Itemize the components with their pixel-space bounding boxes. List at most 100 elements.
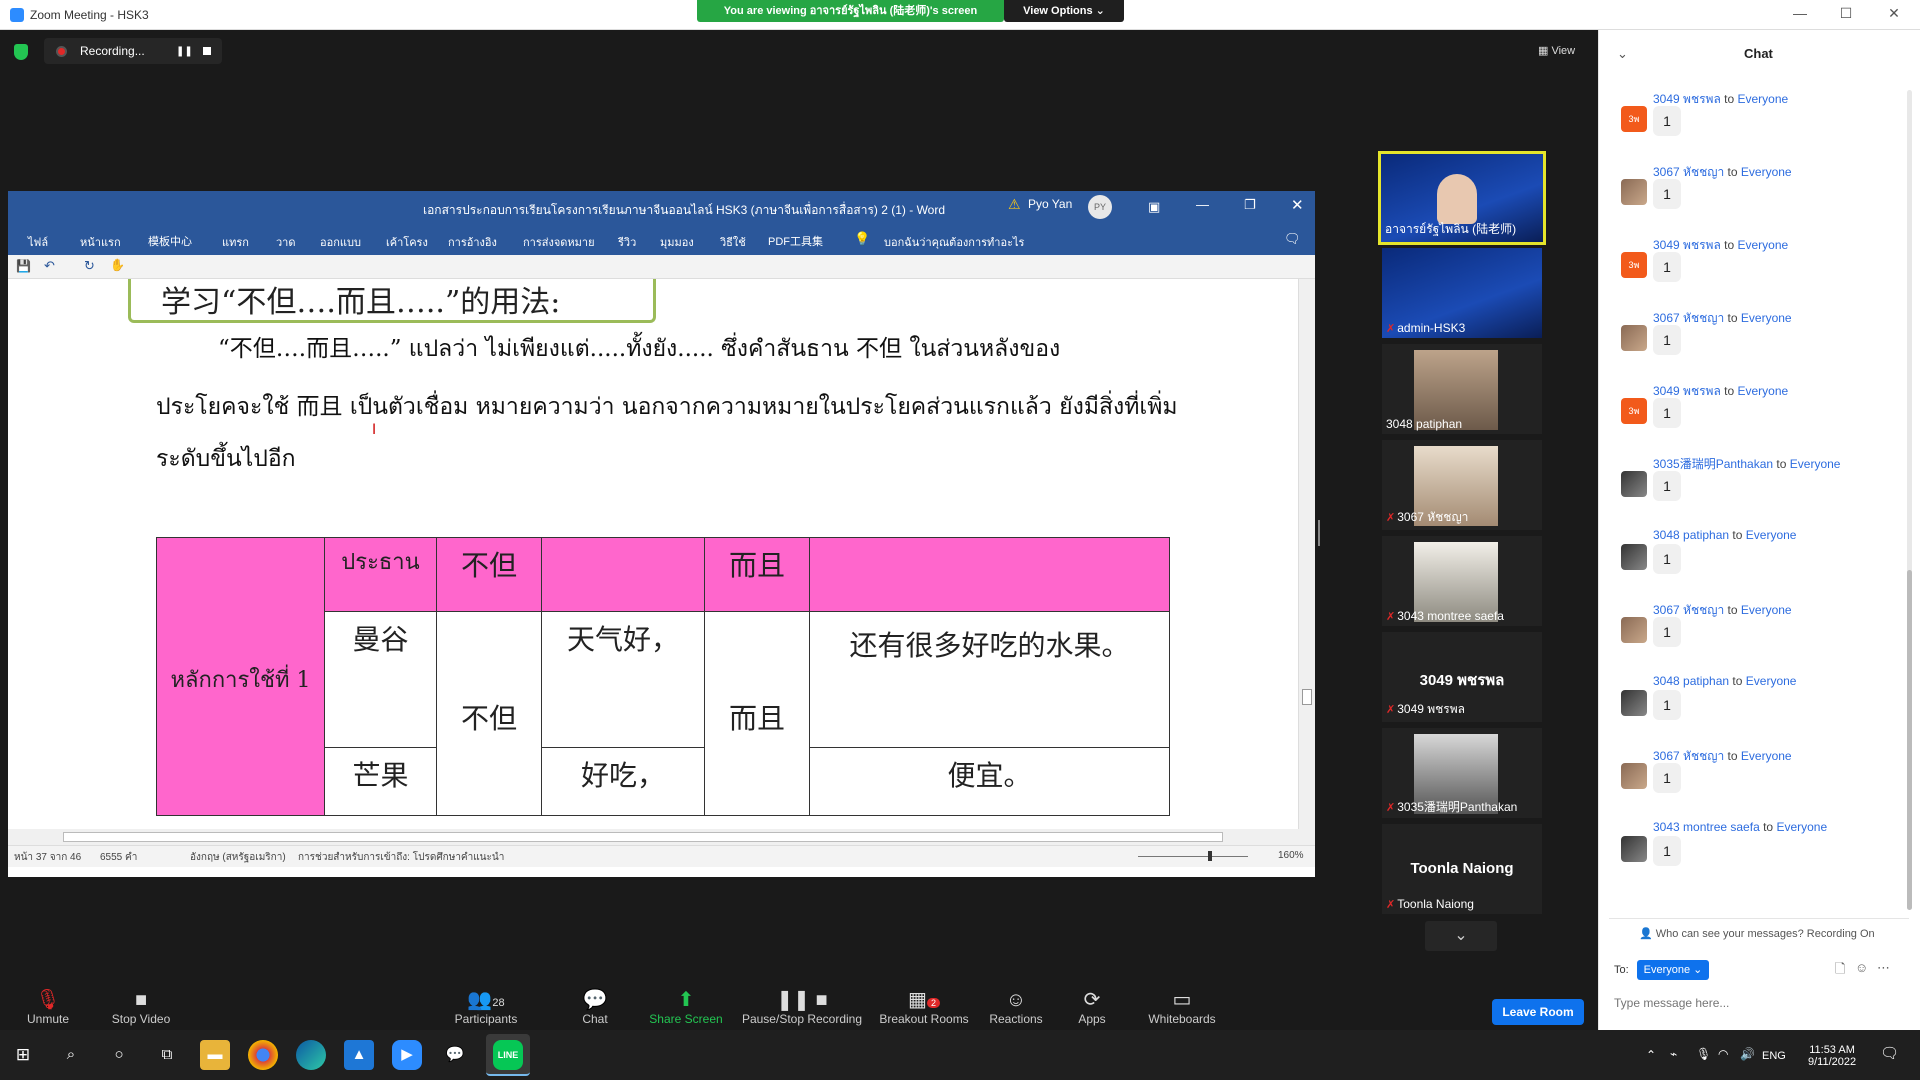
file-explorer-icon[interactable]: ▬ <box>200 1040 230 1070</box>
breakout-rooms-button[interactable]: ▦ 2 Breakout Rooms <box>876 988 972 1026</box>
share-screen-button[interactable]: ⬆ Share Screen <box>648 988 724 1026</box>
ribbon-display-icon[interactable]: ▣ <box>1148 199 1160 215</box>
word-count[interactable]: 6555 คำ <box>100 850 137 865</box>
touch-mode-icon[interactable]: ✋ <box>110 258 125 272</box>
maximize-button[interactable]: ☐ <box>1836 5 1856 25</box>
search-icon[interactable]: ⌕ <box>56 1040 86 1070</box>
page-count[interactable]: หน้า 37 จาก 46 <box>14 850 81 865</box>
participant-tile[interactable]: ✗ 3035潘瑞明Panthakan <box>1382 728 1542 818</box>
participant-tile[interactable]: ✗ 3043 montree saefa <box>1382 536 1542 626</box>
table-cell: 曼谷 <box>324 611 437 748</box>
resize-handle[interactable] <box>1318 520 1320 546</box>
view-layout-button[interactable]: ▦ View <box>1538 44 1575 57</box>
stop-video-button[interactable]: ■ Stop Video <box>106 988 176 1026</box>
ribbon-tab-view[interactable]: มุมมอง <box>660 233 694 251</box>
ribbon-tab-help[interactable]: วิธีใช้ <box>720 233 746 251</box>
microphone-icon[interactable]: 🎙 <box>1696 1047 1711 1061</box>
chat-scrollbar[interactable] <box>1907 90 1912 910</box>
wifi-icon[interactable]: ◠ <box>1718 1047 1728 1061</box>
recipient-dropdown[interactable]: Everyone ⌄ <box>1637 960 1709 980</box>
scroll-participants-down-icon[interactable]: ⌄ <box>1425 921 1497 951</box>
zoom-level[interactable]: 160% <box>1278 850 1304 861</box>
participant-tile[interactable]: 3048 patiphan <box>1382 344 1542 434</box>
zoom-slider-thumb[interactable] <box>1208 851 1212 861</box>
pause-stop-recording-button[interactable]: ❚❚ ■ Pause/Stop Recording <box>740 988 864 1026</box>
unmute-button[interactable]: 🎙 Unmute <box>18 988 78 1026</box>
participant-tile[interactable]: ✗ 3067 หัชชญา <box>1382 440 1542 530</box>
reactions-button[interactable]: ☺ Reactions <box>984 988 1048 1026</box>
notifications-icon[interactable]: 🗨 <box>1880 1044 1899 1062</box>
collapse-chat-icon[interactable]: ⌄ <box>1617 46 1628 62</box>
zoom-icon[interactable]: ▶ <box>392 1040 422 1070</box>
taskbar-clock[interactable]: 11:53 AM 9/11/2022 <box>1808 1044 1856 1068</box>
emoji-icon[interactable]: ☺ <box>1855 960 1868 975</box>
security-shield-icon[interactable] <box>14 44 28 60</box>
avatar <box>1621 471 1647 497</box>
stop-recording-icon[interactable] <box>203 47 211 55</box>
windows-start-icon[interactable]: ⊞ <box>8 1040 38 1070</box>
ribbon-tab-template[interactable]: 模板中心 <box>148 233 192 249</box>
word-minimize-icon[interactable]: — <box>1196 197 1209 212</box>
document-page[interactable]: 学习“不但….而且…..”的用法: “不但….而且…..” แปลว่า ไม่… <box>8 279 1298 829</box>
apps-button[interactable]: ⟳ Apps <box>1072 988 1112 1026</box>
accessibility-status[interactable]: การช่วยสำหรับการเข้าถึง: โปรดศึกษาคำแนะน… <box>298 850 504 865</box>
vertical-scrollbar[interactable] <box>1298 279 1315 829</box>
show-hidden-icons[interactable]: ⌃ <box>1646 1048 1656 1062</box>
more-options-icon[interactable]: ⋯ <box>1877 960 1890 976</box>
comments-icon[interactable]: 🗨 <box>1284 231 1301 247</box>
word-title-bar: เอกสารประกอบการเรียนโครงการเรียนภาษาจีนอ… <box>8 191 1315 225</box>
edge-icon[interactable] <box>296 1040 326 1070</box>
task-view-icon[interactable]: ⧉ <box>152 1040 182 1070</box>
participants-button[interactable]: 👥28 Participants <box>448 988 524 1026</box>
photos-icon[interactable]: ▲ <box>344 1040 374 1070</box>
pause-recording-icon[interactable]: ❚❚ <box>176 46 193 57</box>
input-language[interactable]: ENG <box>1762 1050 1786 1062</box>
word-restore-icon[interactable]: ❐ <box>1244 197 1256 213</box>
participant-tile-active-speaker[interactable]: อาจารย์รัฐไพลิน (陆老师) <box>1378 151 1546 245</box>
participant-name: ✗ 3043 montree saefa <box>1386 609 1504 623</box>
ribbon-tab-file[interactable]: ไฟล์ <box>28 233 48 251</box>
horizontal-scrollbar[interactable] <box>8 829 1315 845</box>
whiteboards-button[interactable]: ▭ Whiteboards <box>1142 988 1222 1026</box>
line-icon[interactable]: LINE <box>486 1034 530 1076</box>
chat-message-input[interactable] <box>1614 992 1904 1014</box>
participant-tile[interactable]: Toonla Naiong ✗ Toonla Naiong <box>1382 824 1542 914</box>
chat-message: 3048 patiphan to Everyone 1 <box>1621 528 1901 601</box>
volume-icon[interactable]: 🔊 <box>1740 1047 1755 1061</box>
chat-button[interactable]: 💬 Chat <box>570 988 620 1026</box>
ribbon-tab-layout[interactable]: เค้าโครง <box>386 233 428 251</box>
word-close-icon[interactable]: ✕ <box>1291 196 1304 214</box>
ribbon-tab-mailings[interactable]: การส่งจดหมาย <box>523 233 595 251</box>
chat-visibility-notice[interactable]: 👤 Who can see your messages? Recording O… <box>1639 927 1875 940</box>
zoom-slider[interactable] <box>1138 856 1248 857</box>
ribbon-tab-review[interactable]: รีวิว <box>618 233 636 251</box>
ribbon-tab-home[interactable]: หน้าแรก <box>80 233 121 251</box>
table-cell: 不但 <box>436 611 542 816</box>
leave-room-button[interactable]: Leave Room <box>1492 999 1584 1025</box>
participant-tile[interactable]: ✗ admin-HSK3 <box>1382 248 1542 338</box>
ribbon-tab-insert[interactable]: แทรก <box>222 233 249 251</box>
scroll-thumb[interactable] <box>63 832 1223 842</box>
undo-icon[interactable]: ↶ <box>44 258 55 274</box>
ribbon-tab-pdf[interactable]: PDF工具集 <box>768 233 823 249</box>
tell-me-search[interactable]: บอกฉันว่าคุณต้องการทำอะไร <box>884 233 1024 251</box>
save-icon[interactable]: 💾 <box>16 259 31 273</box>
language-indicator[interactable]: อังกฤษ (สหรัฐอเมริกา) <box>190 850 286 865</box>
chat-message: 3พ 3049 พชรพล to Everyone 1 <box>1621 90 1901 163</box>
ribbon-tab-design[interactable]: ออกแบบ <box>320 233 361 251</box>
close-button[interactable]: ✕ <box>1884 5 1904 25</box>
scroll-thumb[interactable] <box>1302 689 1312 705</box>
word-user-avatar[interactable]: PY <box>1088 195 1112 219</box>
chat-message: 3035潘瑞明Panthakan to Everyone 1 <box>1621 455 1901 528</box>
wechat-icon[interactable]: 💬 <box>440 1040 470 1070</box>
minimize-button[interactable]: — <box>1790 5 1810 25</box>
view-options-button[interactable]: View Options ⌄ <box>1004 0 1124 22</box>
chrome-icon[interactable] <box>248 1040 278 1070</box>
cortana-icon[interactable]: ○ <box>104 1040 134 1070</box>
ribbon-tab-references[interactable]: การอ้างอิง <box>448 233 497 251</box>
redo-icon[interactable]: ↻ <box>84 258 95 274</box>
file-icon[interactable]: 🗋 <box>1835 960 1845 982</box>
ribbon-tab-draw[interactable]: วาด <box>276 233 296 251</box>
network-icon[interactable]: ⌁ <box>1670 1047 1677 1061</box>
participant-tile[interactable]: 3049 พชรพล ✗ 3049 พชรพล <box>1382 632 1542 722</box>
